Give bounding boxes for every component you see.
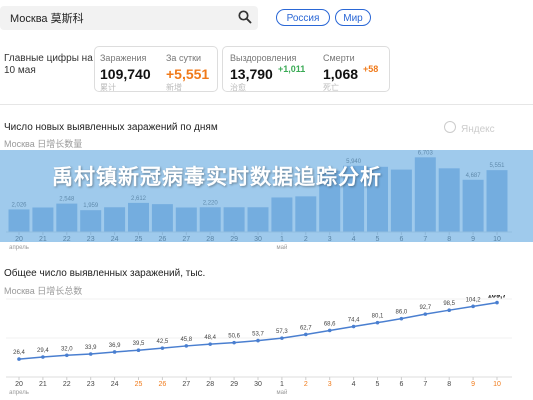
x-tick-label: 6 — [399, 381, 403, 388]
point-value-label: 86,0 — [396, 310, 408, 316]
stat-delta-deaths: +58 — [363, 64, 379, 74]
data-point — [160, 346, 165, 350]
stat-label-infections: Заражения — [100, 53, 147, 63]
x-tick-label: 20 — [15, 381, 23, 388]
data-point — [136, 348, 141, 353]
search-input[interactable]: Москва 莫斯科 — [10, 10, 84, 26]
data-point — [447, 308, 452, 312]
daily-chart-title: Число новых выявленных заражений по дням — [4, 122, 218, 133]
point-value-label: 42,5 — [157, 339, 169, 345]
region-chip-russia[interactable]: Россия — [276, 9, 330, 26]
x-tick-label: 24 — [111, 381, 119, 388]
point-value-label: 68,6 — [324, 321, 336, 327]
data-point — [375, 320, 380, 325]
stat-delta-recovered: +1,011 — [278, 64, 306, 74]
x-tick-label: 4 — [352, 381, 356, 388]
data-point — [351, 324, 356, 329]
data-point — [17, 357, 21, 361]
point-value-label: 62,7 — [300, 325, 312, 331]
point-value-label: 104,2 — [466, 297, 482, 303]
search-icon[interactable] — [237, 9, 253, 25]
info-icon[interactable] — [444, 121, 456, 133]
x-tick-label: 5 — [376, 381, 380, 388]
point-value-label: 53,7 — [252, 332, 264, 338]
point-value-label: 29,4 — [37, 348, 49, 354]
x-tick-label: 1 — [280, 381, 284, 388]
point-value-label: 92,7 — [419, 305, 431, 311]
data-point — [65, 353, 69, 358]
data-point — [112, 350, 117, 354]
divider — [0, 104, 533, 105]
stat-sub-infections: 累计 — [100, 83, 116, 92]
x-tick-label: 30 — [254, 381, 262, 388]
point-value-label: 33,9 — [85, 345, 97, 351]
yandex-logo: Яндекс — [444, 121, 495, 135]
point-value-label: 98,5 — [443, 301, 455, 307]
daily-chart-subtitle: Москва 日增长数量 — [4, 139, 83, 149]
point-value-label: 48,4 — [204, 335, 216, 341]
point-value-label: 57,3 — [276, 329, 288, 335]
point-value-label: 39,5 — [133, 341, 145, 347]
stat-label-daily: За сутки — [166, 53, 202, 63]
point-value-label: 36,9 — [109, 343, 121, 349]
x-month-label: май — [276, 389, 287, 396]
x-tick-label: 27 — [182, 381, 190, 388]
stat-value-recovered: 13,790 — [230, 66, 273, 82]
x-month-label: апрель — [9, 390, 29, 396]
point-value-label: 109,7 — [488, 295, 507, 300]
point-value-label: 26,4 — [13, 350, 25, 356]
x-tick-label: 10 — [493, 381, 501, 388]
stat-sub-daily: 新增 — [166, 83, 182, 92]
key-figures-title: Главные цифры на 10 мая — [4, 53, 93, 76]
stat-label-deaths: Смерти — [323, 53, 355, 63]
data-point — [256, 338, 260, 343]
x-tick-label: 3 — [328, 381, 332, 388]
x-tick-label: 9 — [471, 381, 475, 388]
data-point — [495, 300, 499, 305]
x-tick-label: 29 — [230, 381, 238, 388]
stat-value-daily: +5,551 — [166, 66, 210, 82]
stat-value-deaths: 1,068 — [323, 66, 359, 82]
x-month-label: май — [276, 244, 287, 251]
x-tick-label: 2 — [304, 381, 308, 388]
data-point — [232, 340, 236, 345]
data-point — [280, 336, 284, 340]
total-cases-chart: 26,4 29,4 32,0 33,9 36,9 39,5 42,5 45,8 48,4 50,6… — [6, 295, 512, 396]
total-chart-title: Общее число выявленных заражений, тыс. — [4, 268, 206, 279]
x-month-label: апрель — [9, 245, 29, 251]
stat-label-recovered: Выздоровления — [230, 53, 297, 63]
region-chip-world[interactable]: Мир — [335, 9, 371, 26]
point-value-label: 32,0 — [61, 346, 73, 352]
data-point — [88, 352, 93, 356]
point-value-label: 50,6 — [228, 334, 240, 340]
data-point — [184, 344, 189, 348]
data-point — [399, 316, 404, 321]
overlay-title: 禹村镇新冠病毒实时数据追踪分析 — [52, 165, 382, 189]
stat-sub-deaths: 死亡 — [323, 83, 339, 92]
data-point — [41, 355, 45, 359]
point-value-label: 74,4 — [348, 318, 360, 324]
data-point — [304, 332, 308, 337]
x-tick-label: 7 — [423, 381, 427, 388]
x-tick-label: 8 — [447, 381, 451, 388]
point-value-label: 45,8 — [180, 337, 192, 343]
point-value-label: 80,1 — [372, 314, 384, 320]
stat-value-infections: 109,740 — [100, 66, 151, 82]
data-point — [208, 342, 212, 346]
x-tick-label: 25 — [135, 381, 143, 388]
data-point — [423, 312, 428, 316]
x-tick-label: 22 — [63, 381, 71, 388]
data-point — [327, 328, 332, 333]
stat-sub-recovered: 治愈 — [230, 83, 246, 92]
x-tick-label: 21 — [39, 381, 47, 388]
yandex-label: Яндекс — [461, 124, 495, 135]
x-tick-label: 28 — [206, 381, 214, 388]
x-tick-label: 26 — [159, 381, 167, 388]
data-point — [471, 304, 475, 309]
x-tick-label: 23 — [87, 381, 95, 388]
